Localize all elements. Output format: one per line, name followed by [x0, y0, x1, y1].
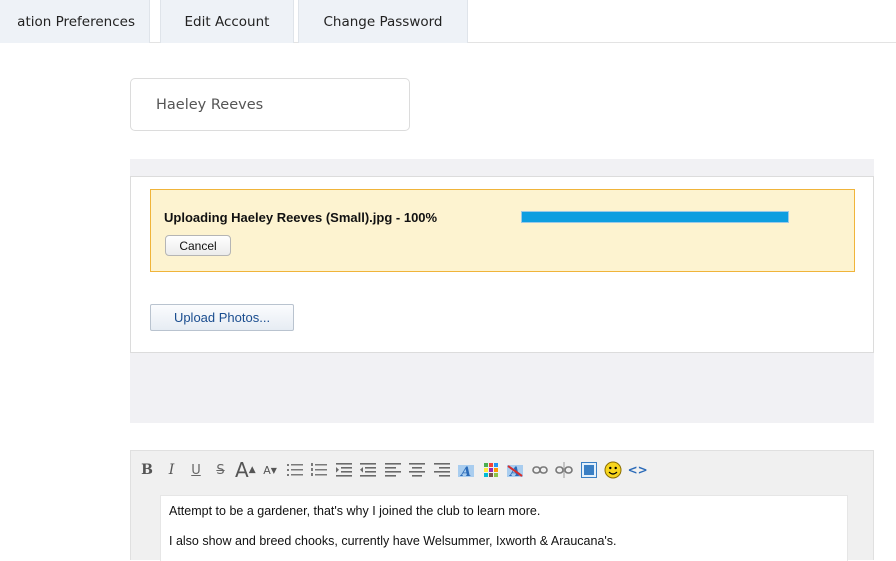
italic-icon[interactable]: I	[162, 459, 182, 481]
tab-bar: ation Preferences Edit Account Change Pa…	[0, 0, 896, 43]
font-size-increase-icon[interactable]: A ▲	[235, 458, 256, 482]
underline-icon[interactable]: U	[186, 459, 206, 481]
name-field[interactable]: Haeley Reeves	[130, 78, 410, 131]
outdent-icon[interactable]	[334, 459, 354, 481]
upload-progress-box: Uploading Haeley Reeves (Small).jpg - 10…	[150, 189, 855, 272]
numbered-list-icon[interactable]	[309, 459, 329, 481]
source-code-icon[interactable]: <>	[628, 459, 648, 481]
font-size-decrease-icon[interactable]: A ▼	[260, 459, 280, 481]
upload-status-text: Uploading Haeley Reeves (Small).jpg - 10…	[164, 210, 438, 225]
editor-paragraph: I also show and breed chooks, currently …	[169, 534, 617, 548]
upload-progress-fill	[522, 212, 788, 222]
insert-image-icon[interactable]	[579, 459, 599, 481]
editor-content[interactable]: Attempt to be a gardener, that's why I j…	[160, 495, 848, 561]
name-value: Haeley Reeves	[156, 96, 264, 113]
editor-paragraph: Attempt to be a gardener, that's why I j…	[169, 504, 541, 518]
remove-link-icon[interactable]	[554, 459, 574, 481]
bulleted-list-icon[interactable]	[285, 459, 305, 481]
insert-link-icon[interactable]	[530, 459, 550, 481]
bold-icon[interactable]: B	[137, 459, 157, 481]
upload-container: Uploading Haeley Reeves (Small).jpg - 10…	[130, 176, 874, 353]
background-color-icon[interactable]	[481, 459, 501, 481]
text-color-icon[interactable]: A	[456, 459, 476, 481]
tab-change-password[interactable]: Change Password	[298, 0, 468, 43]
remove-format-icon[interactable]: A	[505, 459, 525, 481]
editor-toolbar: B I U S A▲ A▼ A A	[137, 457, 867, 483]
tab-notification-preferences[interactable]: ation Preferences	[0, 0, 150, 43]
emoticon-icon[interactable]	[603, 459, 623, 481]
rich-text-editor: B I U S A▲ A▼ A A	[130, 450, 874, 561]
align-right-icon[interactable]	[432, 459, 452, 481]
align-center-icon[interactable]	[407, 459, 427, 481]
tab-edit-account[interactable]: Edit Account	[160, 0, 294, 43]
svg-text:A: A	[459, 465, 471, 478]
upload-progress-bar	[521, 211, 789, 223]
strikethrough-icon[interactable]: S	[211, 459, 231, 481]
cancel-upload-button[interactable]: Cancel	[165, 235, 231, 256]
align-left-icon[interactable]	[383, 459, 403, 481]
indent-icon[interactable]	[358, 459, 378, 481]
photo-upload-panel: Uploading Haeley Reeves (Small).jpg - 10…	[130, 159, 874, 423]
upload-photos-button[interactable]: Upload Photos...	[150, 304, 294, 331]
